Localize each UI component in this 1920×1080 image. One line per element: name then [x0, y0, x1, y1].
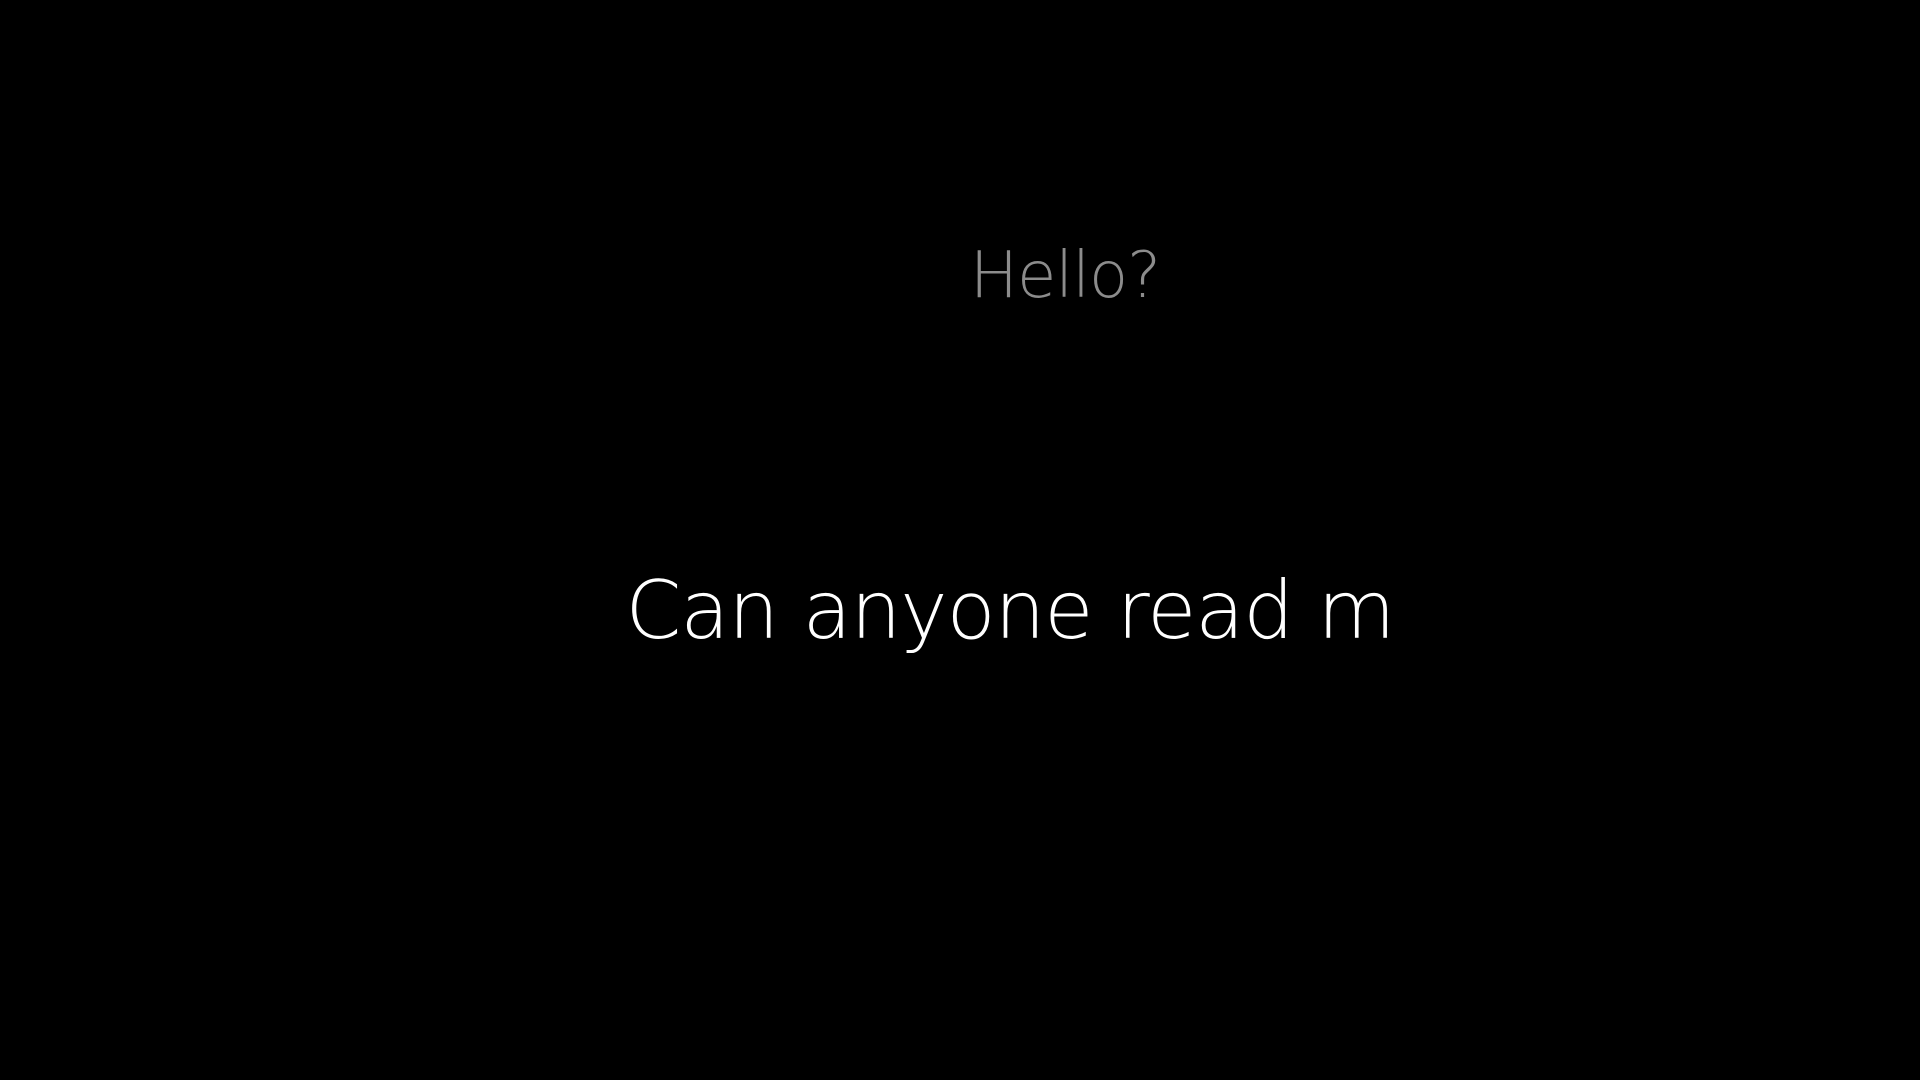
typing-message-text: Can anyone read m	[625, 564, 1396, 657]
dark-screen: Hello? Can anyone read m	[0, 0, 1920, 1080]
hello-text: Hello?	[969, 239, 1161, 313]
